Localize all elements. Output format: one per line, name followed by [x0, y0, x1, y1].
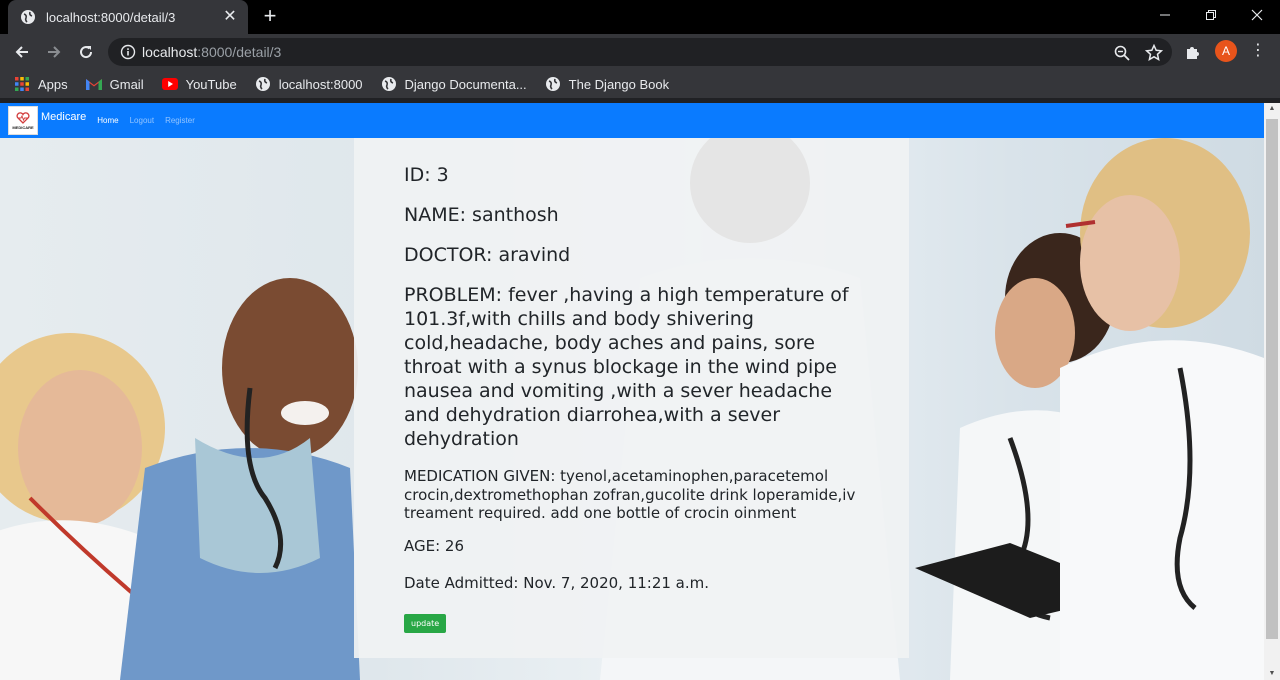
close-window-icon[interactable]: [1234, 0, 1280, 30]
minimize-icon[interactable]: [1142, 0, 1188, 30]
globe-icon: [21, 10, 35, 24]
scroll-down-arrow-icon[interactable]: ▼: [1268, 670, 1276, 678]
nav-logout-link[interactable]: Logout: [130, 116, 154, 125]
globe-icon: [545, 77, 560, 91]
browser-toolbar: localhost:8000/detail/3: [0, 34, 1280, 70]
globe-icon: [255, 77, 270, 91]
patient-detail-card: ID: 3 NAME: santhosh DOCTOR: aravind PRO…: [354, 138, 909, 658]
globe-icon: [381, 77, 396, 91]
site-navbar: MEDICARE Medicare Home Logout Register: [0, 103, 1264, 138]
back-arrow-icon[interactable]: [10, 40, 34, 64]
bookmark-localhost[interactable]: localhost:8000: [255, 76, 363, 92]
youtube-icon: [161, 78, 178, 90]
patient-date-admitted: Date Admitted: Nov. 7, 2020, 11:21 a.m.: [404, 573, 710, 592]
bookmark-label: YouTube: [185, 76, 237, 92]
close-tab-icon[interactable]: ✕: [222, 9, 238, 25]
patient-doctor: DOCTOR: aravind: [404, 244, 571, 266]
scroll-up-arrow-icon[interactable]: ▲: [1268, 105, 1276, 113]
patient-age: AGE: 26: [404, 536, 465, 555]
patient-medication: MEDICATION GIVEN: tyenol,acetaminophen,p…: [404, 467, 856, 522]
url-host: localhost: [142, 44, 198, 60]
page-scrollbar[interactable]: ▲ ▼: [1264, 103, 1280, 680]
bookmark-label: Apps: [38, 76, 68, 92]
medicare-logo[interactable]: MEDICARE: [8, 106, 38, 135]
bookmark-django-book[interactable]: The Django Book: [545, 76, 669, 92]
bookmark-youtube[interactable]: YouTube: [161, 76, 237, 92]
patient-name: NAME: santhosh: [404, 204, 559, 226]
nav-home-link[interactable]: Home: [97, 116, 118, 125]
bookmark-apps[interactable]: Apps: [14, 76, 68, 92]
profile-avatar[interactable]: A: [1215, 40, 1237, 62]
star-icon[interactable]: [1145, 44, 1163, 62]
gmail-icon: [85, 79, 102, 90]
brand-link[interactable]: Medicare: [41, 111, 86, 123]
bookmark-label: Django Documenta...: [404, 76, 527, 92]
scrollbar-thumb[interactable]: [1266, 119, 1278, 639]
apps-grid-icon: [15, 77, 29, 91]
extensions-puzzle-icon[interactable]: [1184, 43, 1202, 61]
reload-icon[interactable]: [74, 40, 98, 64]
nav-register-link[interactable]: Register: [165, 116, 195, 125]
browser-tab[interactable]: localhost:8000/detail/3 ✕: [8, 0, 248, 34]
info-icon[interactable]: [120, 44, 136, 60]
address-bar[interactable]: localhost:8000/detail/3: [108, 38, 1172, 66]
logo-text: MEDICARE: [12, 124, 34, 130]
bookmark-gmail[interactable]: Gmail: [85, 76, 144, 92]
bookmark-label: The Django Book: [568, 76, 670, 92]
patient-problem: PROBLEM: fever ,having a high temperatur…: [404, 284, 849, 450]
bookmark-label: Gmail: [109, 76, 144, 92]
bookmarks-bar: Apps Gmail YouTube localhost:8000 Django…: [0, 70, 1280, 98]
bookmark-django-docs[interactable]: Django Documenta...: [381, 76, 527, 92]
forward-arrow-icon[interactable]: [42, 40, 66, 64]
bookmark-label: localhost:8000: [278, 76, 363, 92]
tab-strip: localhost:8000/detail/3 ✕ +: [0, 0, 1280, 34]
heart-icon: [16, 111, 30, 124]
url-path: :8000/detail/3: [197, 44, 282, 60]
new-tab-button[interactable]: +: [258, 5, 282, 28]
zoom-icon[interactable]: [1113, 44, 1131, 62]
web-page: MEDICARE Medicare Home Logout Register I…: [0, 103, 1264, 680]
update-button[interactable]: update: [404, 613, 447, 633]
menu-kebab-icon[interactable]: ⋮: [1250, 40, 1266, 62]
tab-title: localhost:8000/detail/3: [46, 9, 176, 25]
patient-id: ID: 3: [404, 164, 449, 186]
restore-icon[interactable]: [1188, 0, 1234, 30]
